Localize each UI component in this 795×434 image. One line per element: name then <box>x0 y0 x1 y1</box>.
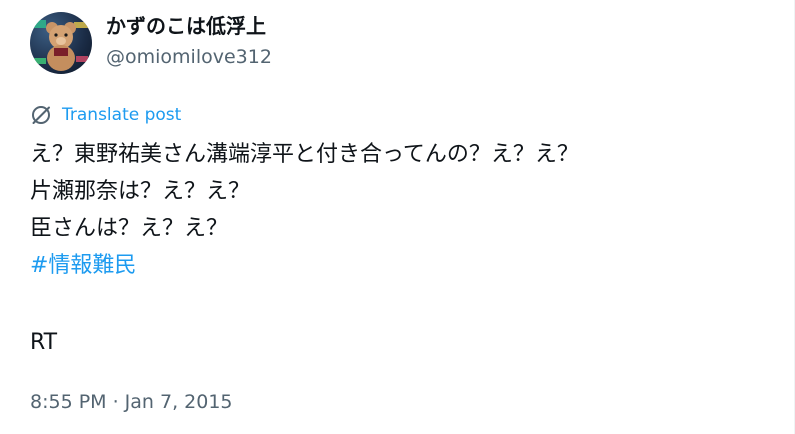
translate-post-link[interactable]: Translate post <box>30 103 181 127</box>
hashtag-link[interactable]: #情報難民 <box>30 253 136 278</box>
display-name[interactable]: かずのこは低浮上 <box>106 12 266 40</box>
translate-label: Translate post <box>62 105 182 125</box>
post-text: え？東野祐美さん溝端淳平と付き合ってんの？え？え？ 片瀬那奈は？え？え？ 臣さん… <box>30 136 579 284</box>
teddy-bear-avatar-icon <box>32 20 88 71</box>
avatar[interactable] <box>30 12 92 74</box>
post-line: え？東野祐美さん溝端淳平と付き合ってんの？え？え？ <box>30 142 579 167</box>
post-timestamp[interactable]: 8:55 PM · Jan 7, 2015 <box>30 388 233 416</box>
post-line: 片瀬那奈は？え？え？ <box>30 179 251 204</box>
post-footer-text: RT <box>30 330 58 355</box>
post-line: 臣さんは？え？え？ <box>30 216 229 241</box>
translate-globe-icon <box>30 104 52 126</box>
tweet-card: かずのこは低浮上 @omiomilove312 Translate post え… <box>0 0 795 434</box>
user-handle[interactable]: @omiomilove312 <box>106 44 272 70</box>
